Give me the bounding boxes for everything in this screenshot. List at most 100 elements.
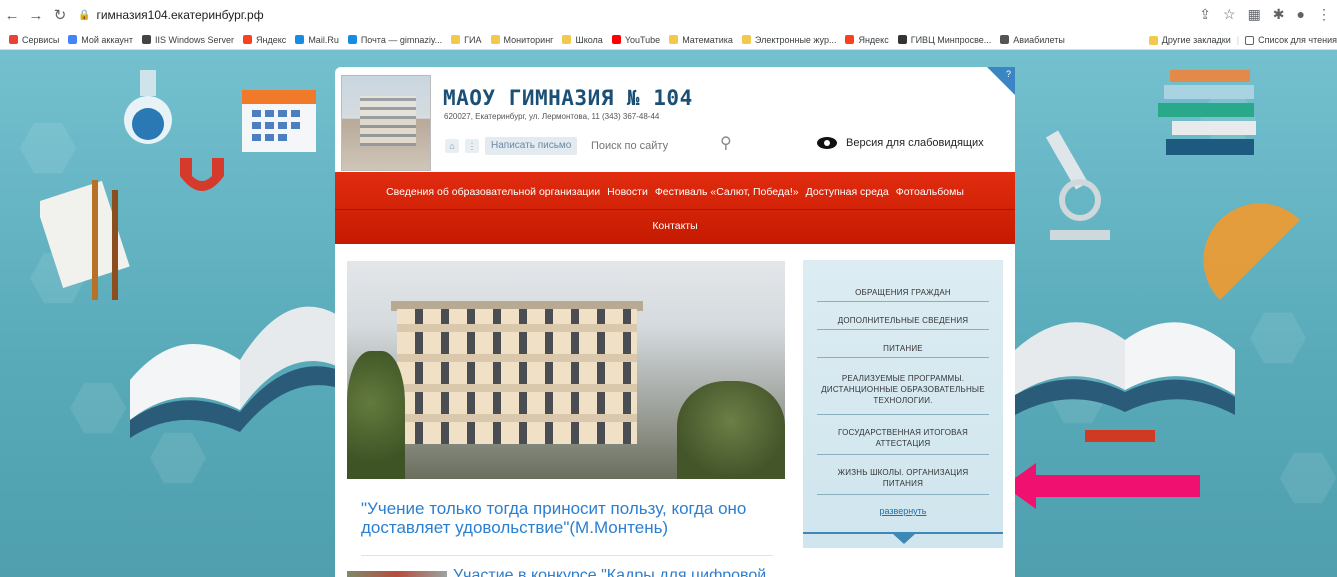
bookmark-item[interactable]: Сервисы xyxy=(9,35,59,45)
bookmark-favicon-icon xyxy=(490,35,500,44)
sidebar-down-arrow-icon[interactable] xyxy=(893,534,915,544)
annotation-arrow-shaft xyxy=(1030,475,1200,497)
bookmark-star-icon[interactable]: ☆ xyxy=(1223,6,1236,23)
menu-dots-icon[interactable]: ⋮ xyxy=(1317,6,1331,23)
bookmark-favicon-icon xyxy=(741,35,751,44)
home-icon[interactable]: ⌂ xyxy=(445,139,459,153)
bookmark-favicon-icon xyxy=(295,35,305,44)
bookmark-item[interactable]: Школа xyxy=(562,34,603,45)
bookmark-other[interactable]: Другие закладки xyxy=(1148,35,1231,45)
sidebar-separator xyxy=(817,494,989,495)
divider xyxy=(361,555,773,556)
bookmark-item[interactable]: Mail.Ru xyxy=(295,35,339,45)
bookmark-favicon-icon xyxy=(142,35,152,44)
address-text: гимназия104.екатеринбург.рф xyxy=(96,8,264,22)
news-item[interactable]: Участие в конкурсе "Кадры для цифровой xyxy=(347,567,766,577)
bookmark-item[interactable]: IIS Windows Server xyxy=(142,35,234,45)
sidebar-item[interactable]: ЖИЗНЬ ШКОЛЫ. ОРГАНИЗАЦИЯ ПИТАНИЯ xyxy=(817,467,989,489)
sidebar-item[interactable]: ДОПОЛНИТЕЛЬНЫЕ СВЕДЕНИЯ xyxy=(817,315,989,326)
bookmark-favicon-icon xyxy=(68,35,78,44)
header-school-photo xyxy=(341,75,431,171)
sidebar-item[interactable]: ГОСУДАРСТВЕННАЯ ИТОГОВАЯ АТТЕСТАЦИЯ xyxy=(817,427,989,449)
bookmark-label: Авиабилеты xyxy=(1013,34,1065,45)
help-icon[interactable]: ? xyxy=(1006,69,1011,79)
eye-icon xyxy=(817,137,837,149)
profile-icon[interactable]: ● xyxy=(1297,6,1305,23)
bookmark-item[interactable]: Яндекс xyxy=(845,34,889,45)
reading-list-icon xyxy=(1245,35,1255,45)
bookmark-label: Электронные жур... xyxy=(754,34,837,45)
paint-brushes-icon xyxy=(40,180,130,300)
bookmark-item[interactable]: Мой аккаунт xyxy=(68,35,133,45)
bookmark-label: YouTube xyxy=(624,34,661,45)
bookmark-label: Другие закладки xyxy=(1161,35,1231,45)
site-address: 620027, Екатеринбург, ул. Лермонтова, 11… xyxy=(444,112,660,121)
address-bar[interactable]: 🔒 гимназия104.екатеринбург.рф xyxy=(78,8,264,22)
bookmark-label: Mail.Ru xyxy=(308,34,339,45)
news-title: Участие в конкурсе "Кадры для цифровой xyxy=(453,567,767,577)
share-icon[interactable]: ⇪ xyxy=(1199,6,1211,23)
sidebar-item[interactable]: ОБРАЩЕНИЯ ГРАЖДАН xyxy=(817,287,989,298)
search-input[interactable] xyxy=(591,137,741,155)
bookmark-item[interactable]: Мониторинг xyxy=(490,35,553,45)
news-thumbnail xyxy=(347,571,447,577)
bookmark-item[interactable]: ГИВЦ Минпросве... xyxy=(897,35,991,45)
menu-item[interactable]: Фестиваль «Салют, Победа!» xyxy=(655,186,799,198)
low-vision-label: Версия для слабовидящих xyxy=(846,137,984,149)
sidebar-item[interactable]: ПИТАНИЕ xyxy=(817,343,989,354)
protractor-icon xyxy=(1203,203,1300,300)
menu-item[interactable]: Фотоальбомы xyxy=(896,186,964,198)
sidebar-menu: развернуть ОБРАЩЕНИЯ ГРАЖДАН ДОПОЛНИТЕЛЬН… xyxy=(803,260,1003,548)
bookmark-item[interactable]: Авиабилеты xyxy=(1000,35,1065,45)
bookmark-label: Яндекс xyxy=(858,34,889,45)
back-icon[interactable]: ← xyxy=(0,7,24,24)
bookmark-label: Мой аккаунт xyxy=(81,34,134,45)
bookmark-favicon-icon xyxy=(845,35,855,44)
folder-icon xyxy=(1148,35,1158,45)
forward-icon[interactable]: → xyxy=(24,7,48,24)
menu-item[interactable]: Сведения об образовательной организации xyxy=(386,186,600,198)
puzzle-icon[interactable]: ✱ xyxy=(1273,6,1285,23)
bookmark-item[interactable]: Яндекс xyxy=(243,35,286,45)
low-vision-version-link[interactable]: Версия для слабовидящих xyxy=(817,137,984,149)
bookmark-label: Яндекс xyxy=(256,34,287,45)
menu-item[interactable]: Новости xyxy=(607,186,648,198)
bookmark-label: Список для чтения xyxy=(1258,35,1337,45)
search-icon[interactable]: ⚲ xyxy=(720,133,732,153)
site-container: МАОУ ГИМНАЗИЯ № 104 620027, Екатеринбург… xyxy=(335,67,1015,577)
bookmark-item[interactable]: Почта — gimnaziy... xyxy=(347,35,442,45)
sidebar-separator xyxy=(817,357,989,358)
bookmark-item[interactable]: ГИА xyxy=(451,34,482,45)
bookmark-favicon-icon xyxy=(669,35,679,44)
browser-toolbar: ← → ↻ 🔒 гимназия104.екатеринбург.рф ⇪ ☆ … xyxy=(0,0,1337,30)
bookmark-item[interactable]: YouTube xyxy=(611,34,661,45)
sidebar-item[interactable]: РЕАЛИЗУЕМЫЕ ПРОГРАММЫ. ДИСТАНЦИОННЫЕ ОБР… xyxy=(817,373,989,406)
main-menu: Сведения об образовательной организации Н… xyxy=(335,172,1015,244)
extension-icon[interactable]: ▦ xyxy=(1248,6,1261,23)
book-illustration-left xyxy=(130,306,345,438)
menu-item[interactable]: Доступная среда xyxy=(806,186,889,198)
bookmark-label: Сервисы xyxy=(22,34,60,45)
bookmark-favicon-icon xyxy=(9,35,18,44)
books-stack-icon xyxy=(1158,70,1256,155)
bookmark-reading-list[interactable]: Список для чтения xyxy=(1245,35,1337,45)
write-letter-button[interactable]: Написать письмо xyxy=(485,137,578,155)
reload-icon[interactable]: ↻ xyxy=(48,6,72,24)
bookmark-label: Школа xyxy=(575,34,603,45)
sidebar-separator xyxy=(817,301,989,302)
bookmark-item[interactable]: Электронные жур... xyxy=(741,34,837,45)
sidebar-separator xyxy=(817,329,989,330)
bookmark-favicon-icon xyxy=(611,35,621,44)
bookmark-favicon-icon xyxy=(1000,35,1010,44)
quote-heading[interactable]: "Учение только тогда приносит пользу, ко… xyxy=(361,499,781,537)
bookmark-item[interactable]: Математика xyxy=(669,35,733,45)
bookmark-label: ГИА xyxy=(464,34,482,45)
sidebar-separator xyxy=(817,454,989,455)
site-title[interactable]: МАОУ ГИМНАЗИЯ № 104 xyxy=(443,86,693,110)
sidebar-separator xyxy=(817,414,989,415)
expand-link[interactable]: развернуть xyxy=(817,506,989,516)
sitemap-icon[interactable]: ⋮ xyxy=(465,139,479,153)
bookmark-favicon-icon xyxy=(451,35,461,44)
annotation-arrow xyxy=(1004,463,1200,509)
menu-item[interactable]: Контакты xyxy=(652,220,697,232)
